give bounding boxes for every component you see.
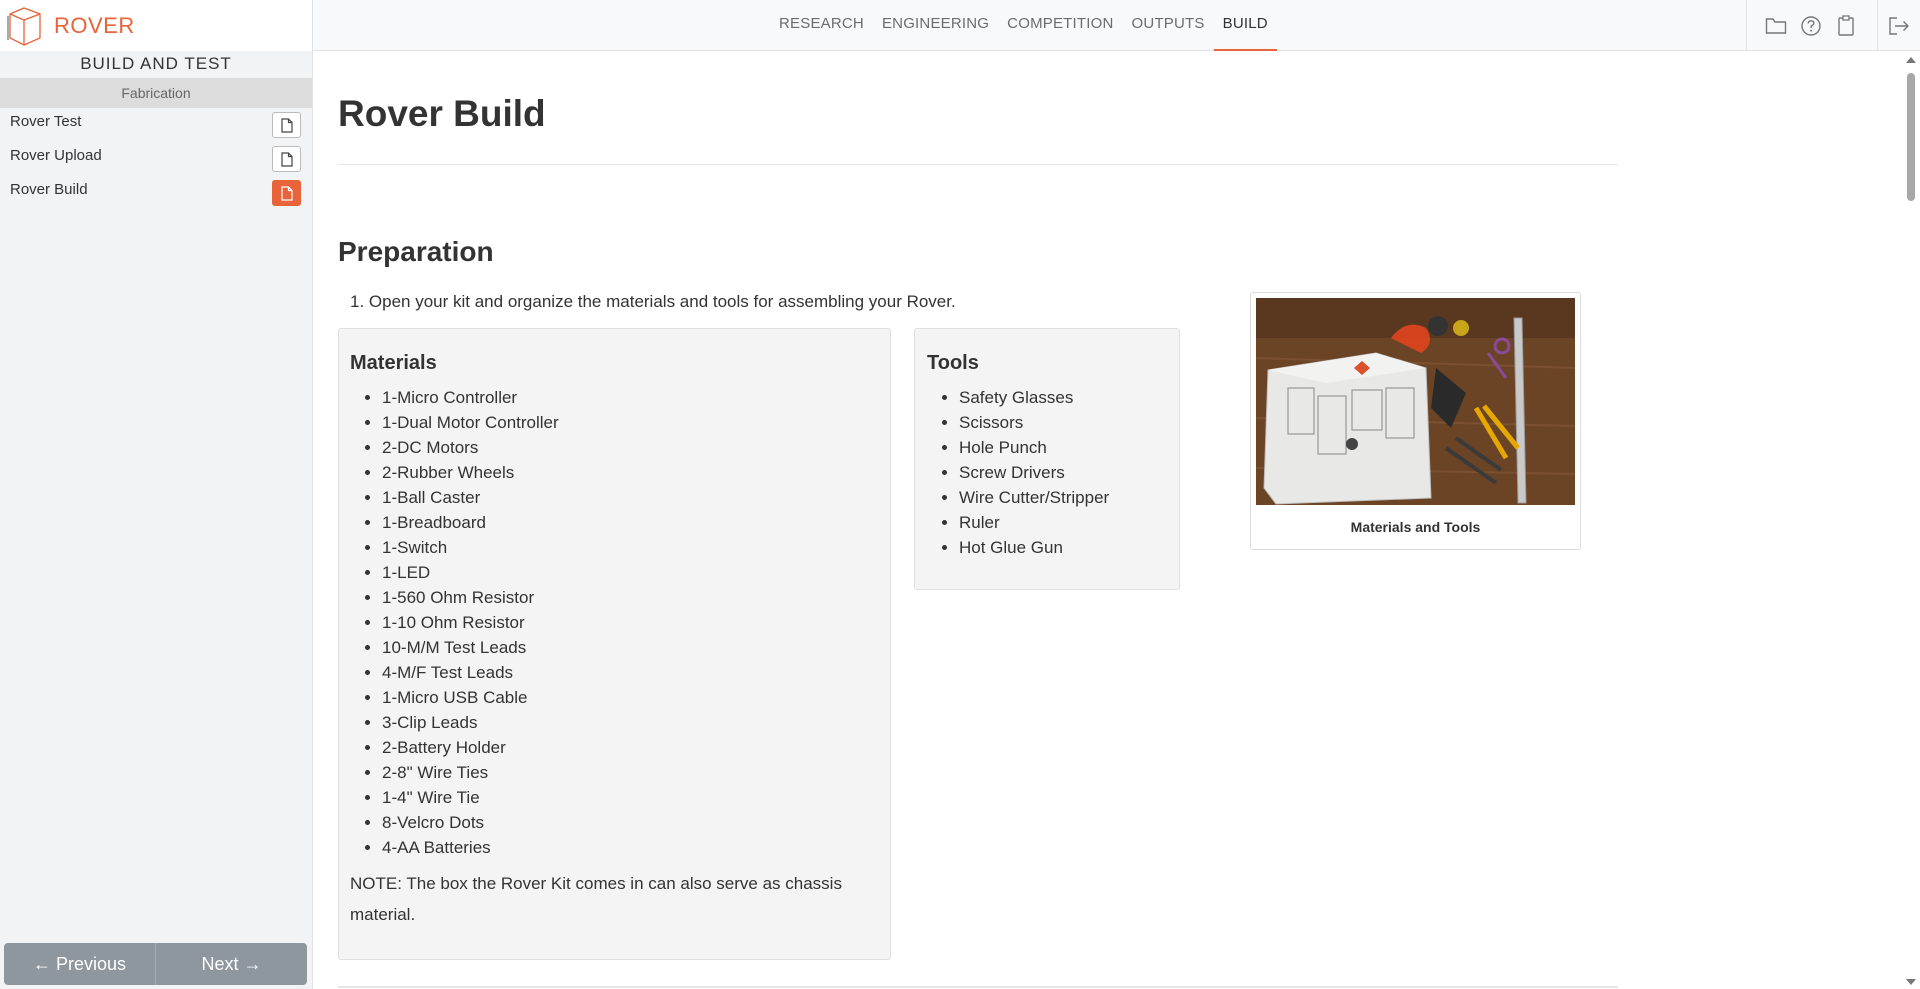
folder-icon [1765, 17, 1786, 34]
sidebar-item-label: Rover Upload [10, 147, 102, 164]
tools-panel: Tools Safety Glasses Scissors Hole Punch… [914, 328, 1180, 590]
clipboard-button[interactable] [1828, 0, 1863, 51]
list-item: 10-M/M Test Leads [382, 635, 879, 660]
materials-panel: Materials 1-Micro Controller 1-Dual Moto… [338, 328, 891, 960]
page-title: Rover Build [338, 93, 546, 134]
toolbar-group [1747, 0, 1877, 51]
materials-figure: Materials and Tools [1250, 292, 1581, 550]
divider [338, 986, 1618, 988]
list-item: 2-Battery Holder [382, 735, 879, 760]
main-nav: RESEARCH ENGINEERING COMPETITION OUTPUTS… [770, 0, 1277, 51]
previous-button[interactable]: ← Previous [4, 943, 156, 985]
nav-outputs[interactable]: OUTPUTS [1123, 0, 1214, 51]
document-icon[interactable] [272, 112, 301, 138]
nav-competition[interactable]: COMPETITION [998, 0, 1122, 51]
list-item: Scissors [959, 410, 1168, 435]
sidebar-item-label: Rover Build [10, 181, 88, 198]
tools-heading: Tools [927, 352, 979, 374]
step-text: 1. Open your kit and organize the materi… [350, 292, 956, 311]
materials-heading: Materials [350, 352, 437, 374]
list-item: Safety Glasses [959, 385, 1168, 410]
logout-icon [1889, 16, 1909, 35]
list-item: 1-Micro Controller [382, 385, 879, 410]
list-item: 2-Rubber Wheels [382, 460, 879, 485]
sidebar-item-rover-build[interactable]: Rover Build [0, 176, 312, 210]
toolbar-right [1746, 0, 1920, 51]
list-item: Wire Cutter/Stripper [959, 485, 1168, 510]
list-item: 1-4" Wire Tie [382, 785, 879, 810]
scroll-down-icon[interactable] [1906, 979, 1916, 985]
document-icon[interactable] [272, 146, 301, 172]
list-item: 4-M/F Test Leads [382, 660, 879, 685]
list-item: Hole Punch [959, 435, 1168, 460]
sidebar-subsection: Fabrication [0, 78, 312, 108]
list-item: 2-8" Wire Ties [382, 760, 879, 785]
main-content: Rover Build Preparation 1. Open your kit… [314, 51, 1902, 989]
tools-list: Safety Glasses Scissors Hole Punch Screw… [927, 385, 1168, 560]
list-item: 1-Micro USB Cable [382, 685, 879, 710]
sidebar: BUILD AND TEST Fabrication Rover Test Ro… [0, 51, 313, 989]
materials-photo[interactable] [1256, 298, 1575, 505]
nav-engineering[interactable]: ENGINEERING [873, 0, 998, 51]
sidebar-section-title: BUILD AND TEST [80, 54, 232, 73]
section-heading: Preparation [338, 236, 494, 267]
divider [338, 164, 1618, 165]
list-item: 1-560 Ohm Resistor [382, 585, 879, 610]
scrollbar[interactable] [1902, 51, 1920, 989]
list-item: 1-Switch [382, 535, 879, 560]
figure-caption: Materials and Tools [1350, 519, 1481, 535]
help-icon [1800, 15, 1821, 36]
materials-note: NOTE: The box the Rover Kit comes in can… [350, 874, 842, 924]
list-item: 8-Velcro Dots [382, 810, 879, 835]
materials-list: 1-Micro Controller 1-Dual Motor Controll… [350, 385, 879, 860]
brand-name: ROVER [54, 12, 135, 38]
document-icon[interactable] [272, 180, 301, 206]
sidebar-item-rover-upload[interactable]: Rover Upload [0, 142, 312, 176]
logout-button[interactable] [1878, 0, 1920, 51]
pager: ← Previous Next → [4, 943, 307, 985]
rover-cube-logo-icon [7, 6, 41, 46]
next-button[interactable]: Next → [156, 943, 307, 985]
nav-research[interactable]: RESEARCH [770, 0, 873, 51]
scroll-up-icon[interactable] [1906, 57, 1916, 63]
sidebar-item-rover-test[interactable]: Rover Test [0, 108, 312, 142]
list-item: Hot Glue Gun [959, 535, 1168, 560]
sidebar-item-label: Rover Test [10, 113, 82, 130]
list-item: 1-LED [382, 560, 879, 585]
help-button[interactable] [1793, 0, 1828, 51]
clipboard-icon [1837, 14, 1854, 36]
list-item: 1-Dual Motor Controller [382, 410, 879, 435]
brand[interactable]: ROVER [0, 0, 313, 51]
list-item: Ruler [959, 510, 1168, 535]
top-bar: ROVER RESEARCH ENGINEERING COMPETITION O… [0, 0, 1920, 51]
list-item: 1-Ball Caster [382, 485, 879, 510]
list-item: Screw Drivers [959, 460, 1168, 485]
list-item: 2-DC Motors [382, 435, 879, 460]
list-item: 3-Clip Leads [382, 710, 879, 735]
list-item: 1-10 Ohm Resistor [382, 610, 879, 635]
folder-button[interactable] [1758, 0, 1793, 51]
nav-build[interactable]: BUILD [1213, 0, 1277, 51]
list-item: 1-Breadboard [382, 510, 879, 535]
scrollbar-thumb[interactable] [1907, 73, 1915, 201]
list-item: 4-AA Batteries [382, 835, 879, 860]
